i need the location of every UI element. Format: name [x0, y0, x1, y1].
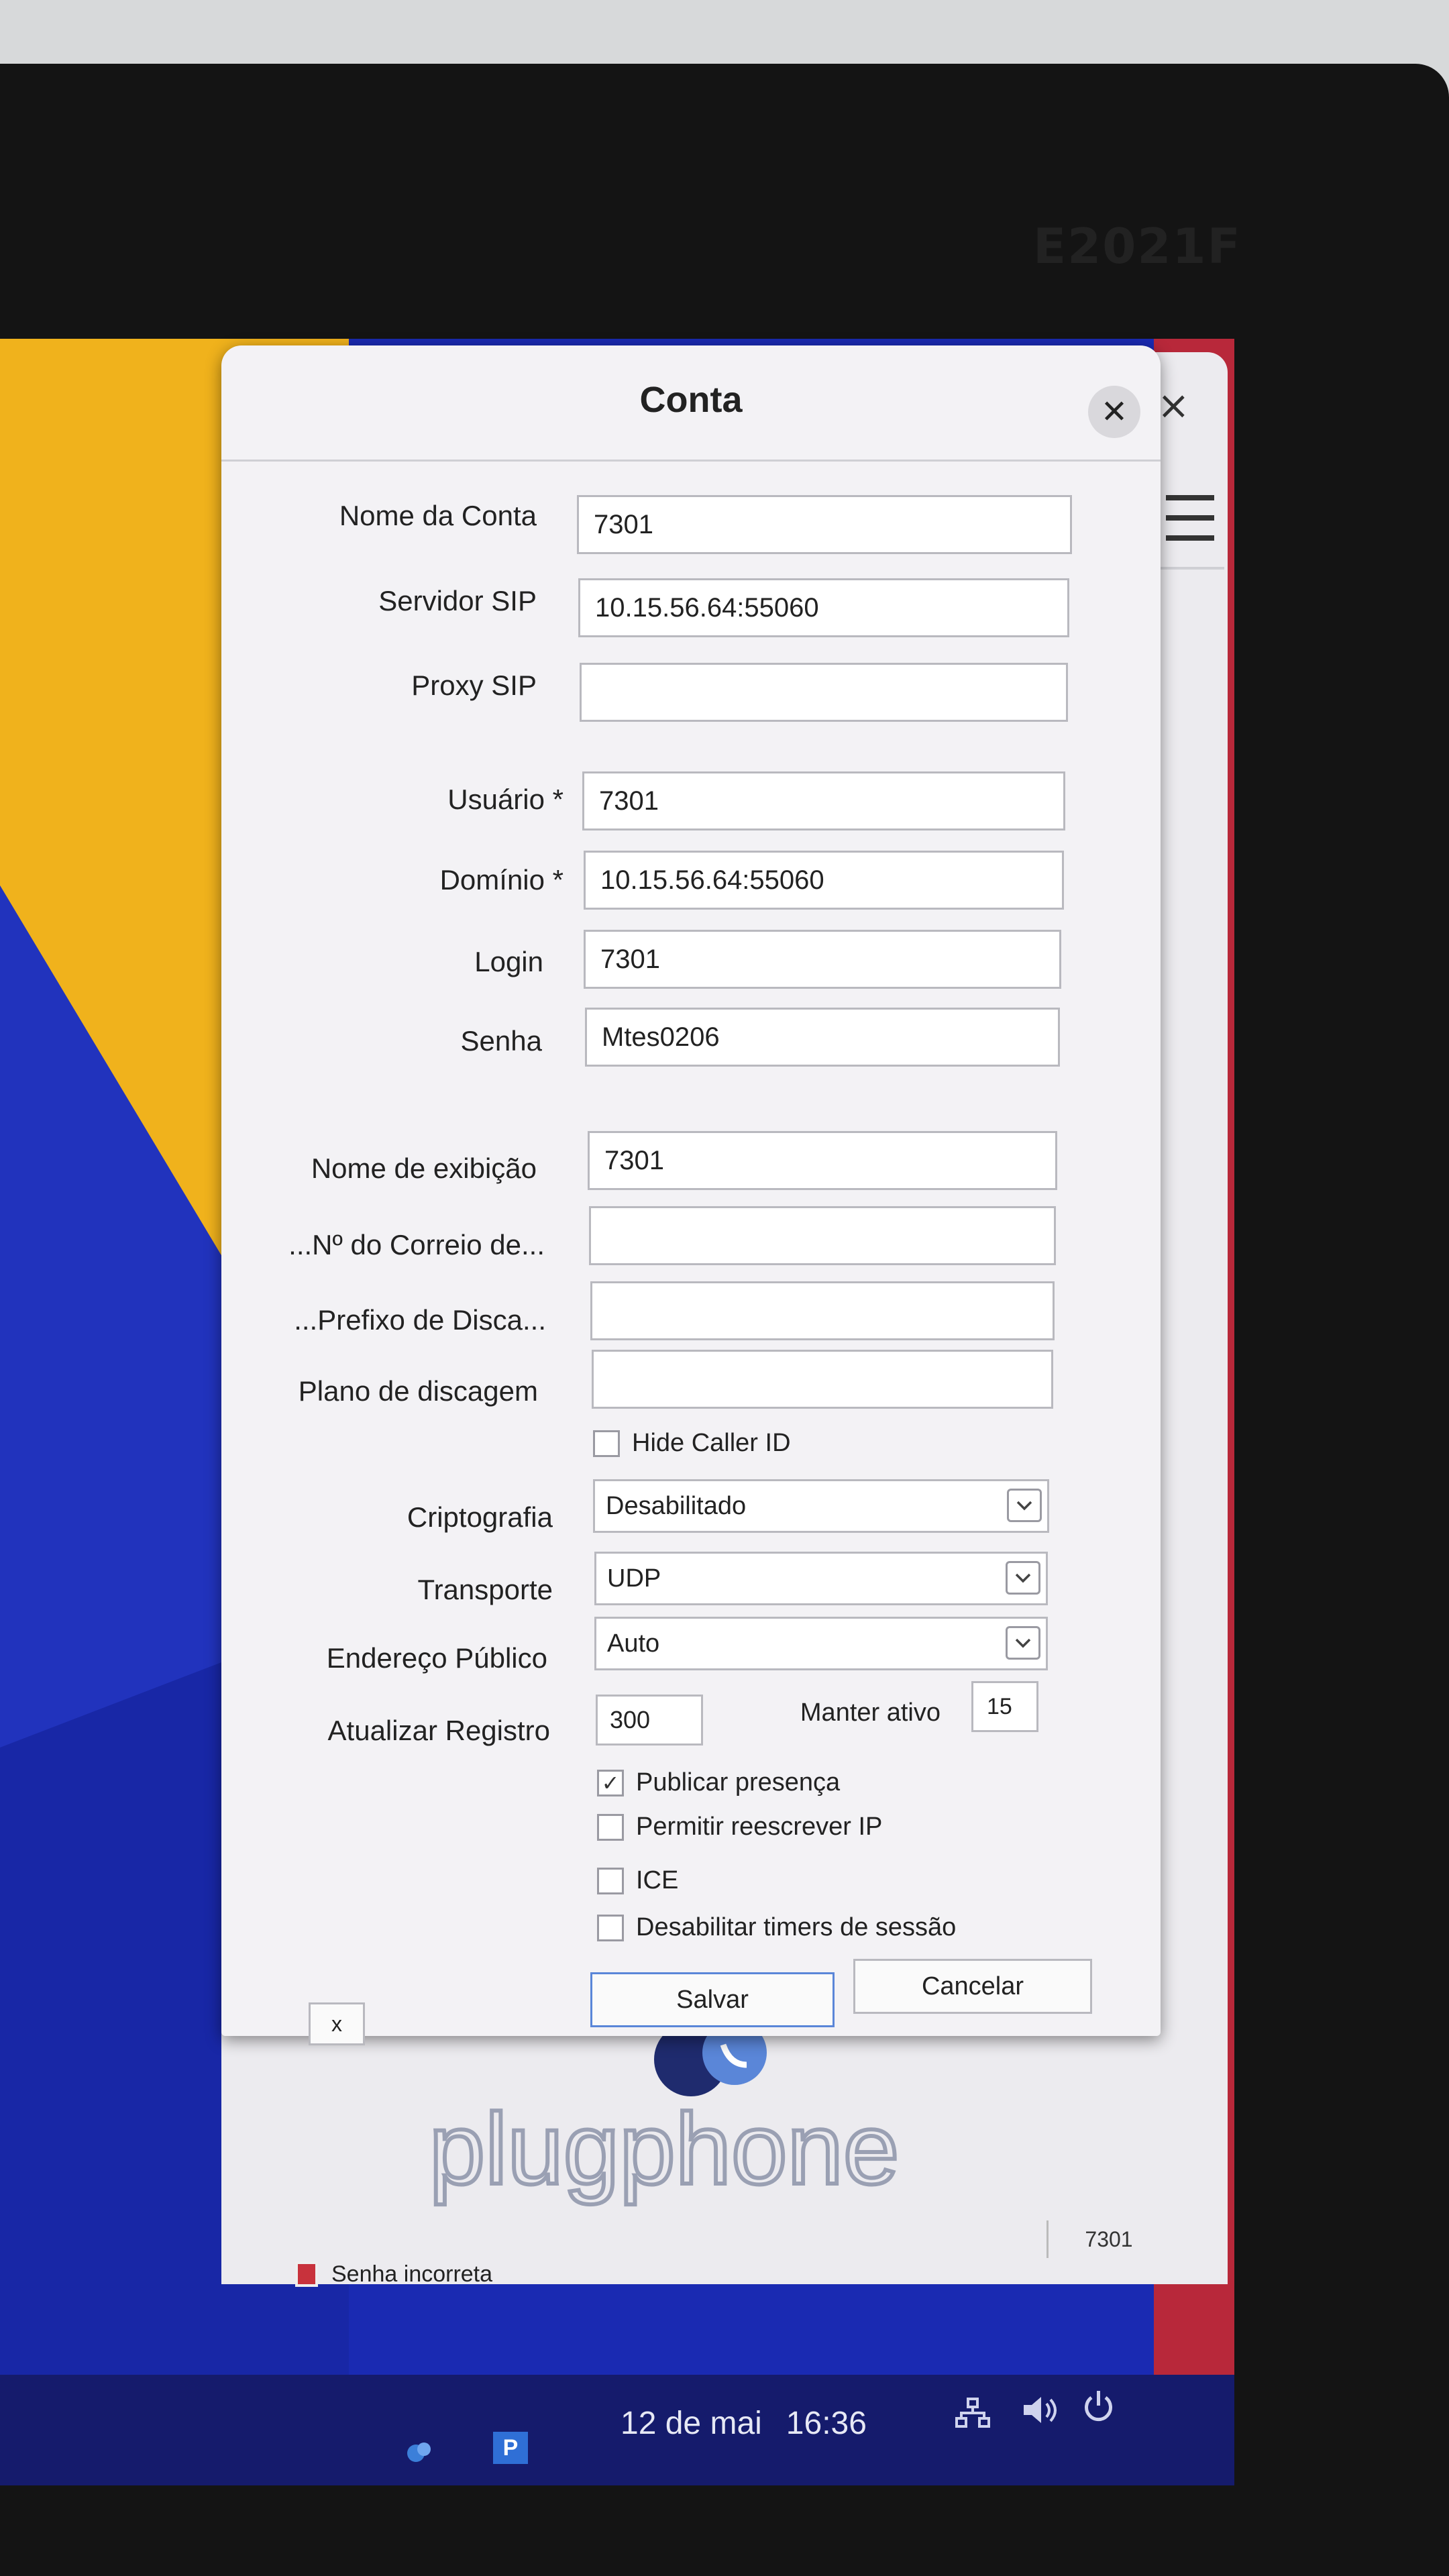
allow-rewrite-ip-checkbox[interactable]: Permitir reescrever IP	[597, 1813, 882, 1841]
encryption-select[interactable]: Desabilitado	[593, 1479, 1049, 1533]
encryption-value: Desabilitado	[606, 1491, 747, 1520]
status-bar: Senha incorreta	[295, 2254, 1167, 2294]
login-input[interactable]	[584, 930, 1061, 989]
domain-input[interactable]	[584, 851, 1064, 910]
publish-presence-label: Publicar presença	[636, 1768, 841, 1796]
sip-proxy-label: Proxy SIP	[411, 669, 537, 701]
user-label: Usuário *	[447, 784, 564, 815]
disable-session-timers-box[interactable]	[597, 1914, 624, 1941]
sip-server-input[interactable]	[578, 578, 1069, 637]
main-window-divider	[1157, 567, 1224, 570]
status-text: Senha incorreta	[331, 2261, 493, 2287]
display-name-label: Nome de exibição	[311, 1152, 537, 1184]
monitor-brand-label: E2021F	[1033, 218, 1242, 274]
status-error-icon	[295, 2261, 318, 2287]
taskbar-date: 12 de mai	[621, 2406, 762, 2441]
ice-label: ICE	[636, 1866, 679, 1894]
display-name-input[interactable]	[588, 1131, 1057, 1190]
chevron-down-icon[interactable]	[1006, 1626, 1040, 1660]
domain-label: Domínio *	[439, 864, 564, 896]
small-x-button[interactable]: x	[309, 2002, 365, 2045]
dial-plan-input[interactable]	[592, 1350, 1053, 1409]
public-address-select[interactable]: Auto	[594, 1617, 1048, 1670]
login-label: Login	[474, 946, 543, 977]
register-interval-label: Atualizar Registro	[327, 1715, 550, 1746]
account-name-label: Nome da Conta	[339, 500, 537, 531]
taskbar-clock[interactable]: 12 de mai 16:36	[621, 2405, 867, 2442]
taskbar-time: 16:36	[786, 2406, 867, 2441]
taskbar-app-icon[interactable]	[402, 2438, 436, 2465]
allow-rewrite-ip-label: Permitir reescrever IP	[636, 1813, 883, 1841]
transport-label: Transporte	[417, 1574, 553, 1605]
hide-caller-id-label: Hide Caller ID	[632, 1429, 791, 1457]
sip-server-label: Servidor SIP	[378, 585, 537, 616]
disable-session-timers-checkbox[interactable]: Desabilitar timers de sessão	[597, 1913, 956, 1942]
checkmark-icon[interactable]: ✓	[597, 1769, 624, 1796]
transport-select[interactable]: UDP	[594, 1552, 1048, 1605]
dialog-title: Conta	[639, 380, 743, 420]
password-label: Senha	[460, 1025, 542, 1057]
voicemail-number-input[interactable]	[589, 1206, 1056, 1265]
network-icon[interactable]	[953, 2395, 993, 2432]
logo-text: plugphone	[429, 2092, 900, 2205]
hamburger-menu-icon[interactable]	[1166, 495, 1214, 542]
dial-prefix-label: ...Prefixo de Disca...	[294, 1304, 546, 1336]
title-divider	[221, 460, 1161, 462]
password-input[interactable]	[585, 1008, 1060, 1067]
hide-caller-id-checkbox[interactable]: Hide Caller ID	[593, 1429, 791, 1458]
power-icon[interactable]	[1080, 2388, 1117, 2425]
disable-session-timers-label: Desabilitar timers de sessão	[636, 1913, 957, 1941]
transport-value: UDP	[607, 1564, 661, 1593]
hide-caller-id-box[interactable]	[593, 1430, 620, 1457]
allow-rewrite-ip-box[interactable]	[597, 1813, 624, 1841]
chevron-down-icon[interactable]	[1007, 1489, 1042, 1522]
save-button[interactable]: Salvar	[590, 1972, 835, 2027]
chevron-down-icon[interactable]	[1006, 1561, 1040, 1595]
close-icon[interactable]: ✕	[1088, 386, 1140, 438]
voicemail-number-label: ...Nº do Correio de...	[288, 1229, 545, 1260]
dial-plan-label: Plano de discagem	[298, 1375, 538, 1407]
user-input[interactable]	[582, 771, 1065, 830]
public-address-value: Auto	[607, 1629, 660, 1658]
public-address-label: Endereço Público	[326, 1642, 547, 1674]
ice-box[interactable]	[597, 1867, 624, 1894]
taskbar-plugphone-icon[interactable]: P	[493, 2432, 528, 2464]
cancel-button[interactable]: Cancelar	[853, 1959, 1092, 2014]
keepalive-input[interactable]	[971, 1681, 1038, 1732]
account-badge: 7301	[1046, 2220, 1169, 2258]
main-window-close-icon[interactable]: ×	[1157, 382, 1190, 428]
plugphone-logo: plugphone	[288, 2021, 1040, 2227]
publish-presence-checkbox[interactable]: ✓ Publicar presença	[597, 1768, 840, 1797]
ice-checkbox[interactable]: ICE	[597, 1866, 678, 1895]
account-name-input[interactable]	[577, 495, 1072, 554]
sip-proxy-input[interactable]	[580, 663, 1068, 722]
volume-icon[interactable]	[1020, 2392, 1060, 2428]
register-interval-input[interactable]	[596, 1695, 703, 1746]
dial-prefix-input[interactable]	[590, 1281, 1055, 1340]
keepalive-label: Manter ativo	[800, 1699, 941, 1727]
encryption-label: Criptografia	[407, 1501, 553, 1533]
